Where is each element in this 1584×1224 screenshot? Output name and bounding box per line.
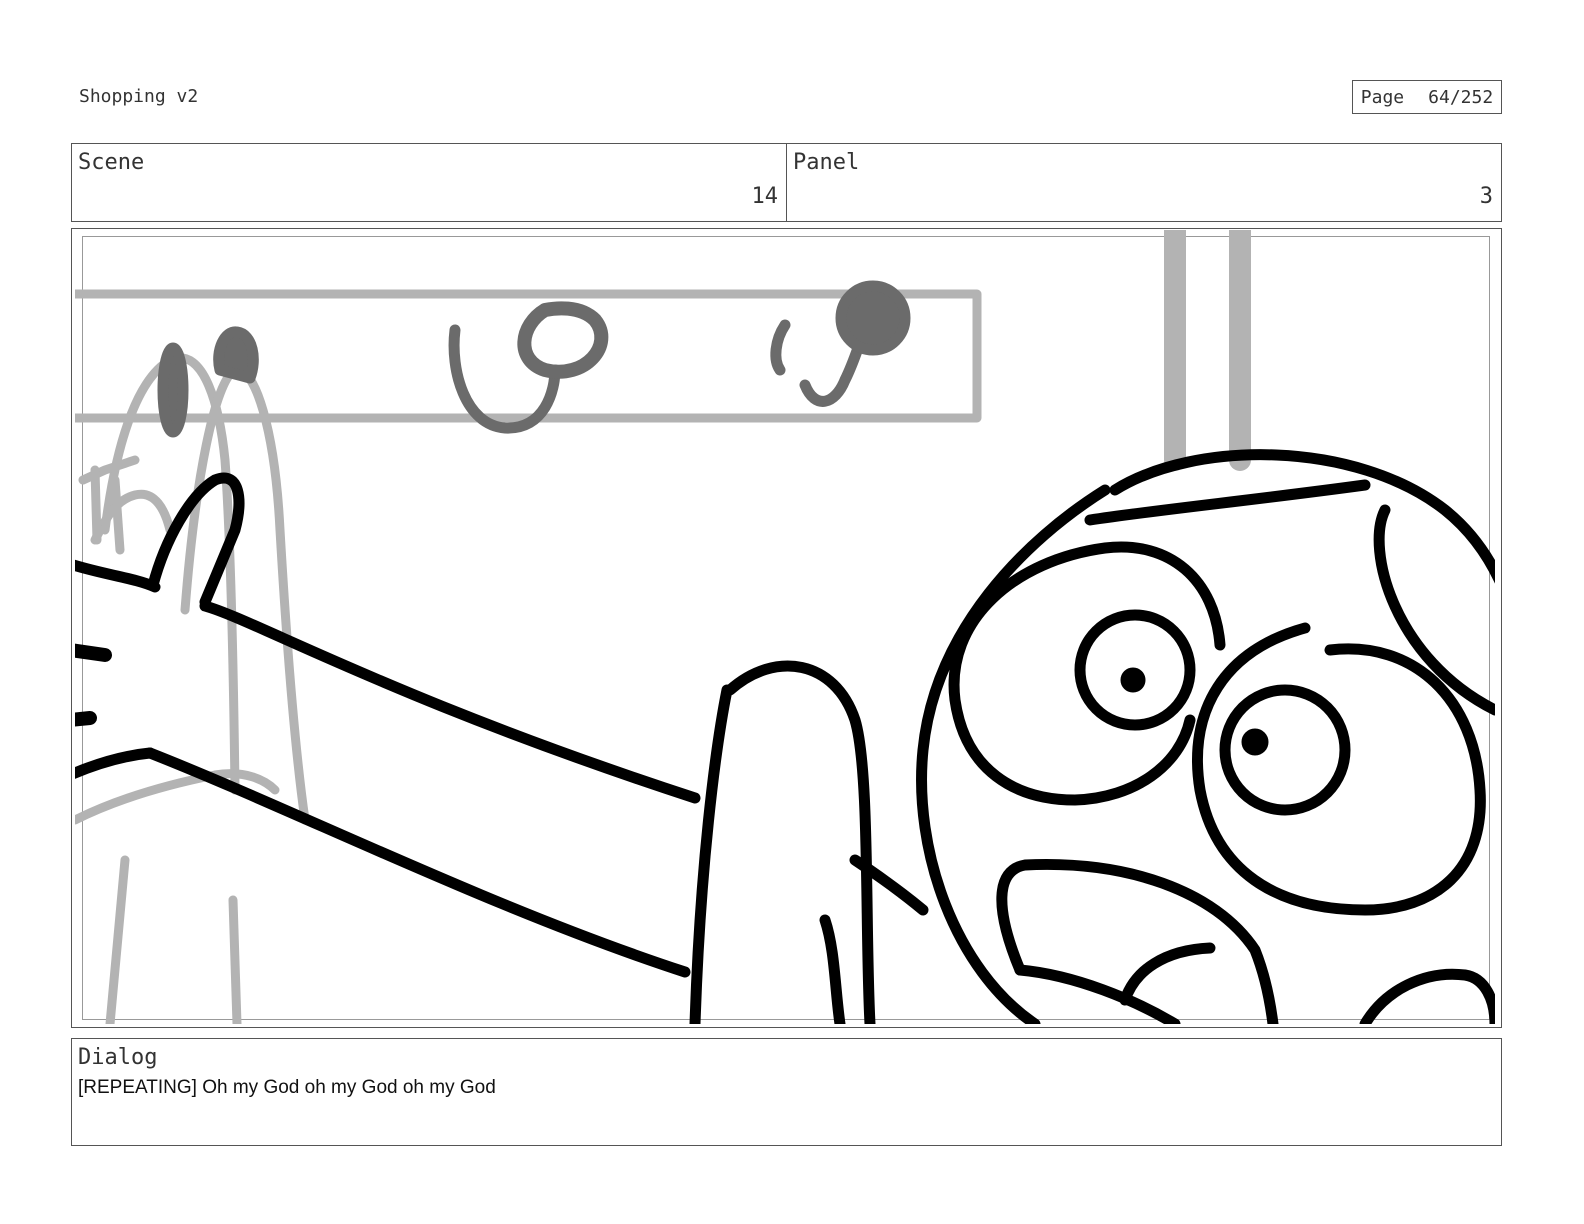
- hook-2: [213, 326, 259, 384]
- dialog-text: [REPEATING] Oh my God oh my God oh my Go…: [78, 1077, 496, 1098]
- hook-1: [157, 342, 189, 438]
- dialog-section: Dialog [REPEATING] Oh my God oh my God o…: [71, 1038, 1502, 1146]
- right-pupil-ring: [1219, 684, 1351, 816]
- panel-cell: Panel 3: [786, 144, 1501, 221]
- character-linework: [75, 449, 1495, 1024]
- scene-label: Scene: [78, 150, 145, 175]
- storyboard-sketch: [75, 230, 1495, 1024]
- dialog-label: Dialog: [78, 1045, 158, 1070]
- scene-panel-row: Scene 14 Panel 3: [71, 143, 1502, 222]
- page-label: Page: [1360, 86, 1405, 108]
- scene-number: 14: [751, 184, 779, 209]
- right-pupil: [1241, 728, 1269, 756]
- document-title: Shopping v2: [79, 86, 199, 107]
- page-number: 64/252: [1428, 86, 1494, 108]
- page-indicator: Page 64/252: [1352, 80, 1502, 114]
- panel-number: 3: [1479, 184, 1493, 209]
- left-pupil: [1120, 667, 1146, 693]
- scene-cell: Scene 14: [72, 144, 786, 221]
- hook-4: [770, 319, 791, 376]
- coat-hooks: [157, 280, 911, 438]
- hand-edge: [75, 559, 161, 593]
- hook-3: [448, 324, 561, 434]
- arm-top-edge: [199, 600, 701, 804]
- panel-label: Panel: [793, 150, 860, 175]
- shoulder: [724, 660, 876, 1024]
